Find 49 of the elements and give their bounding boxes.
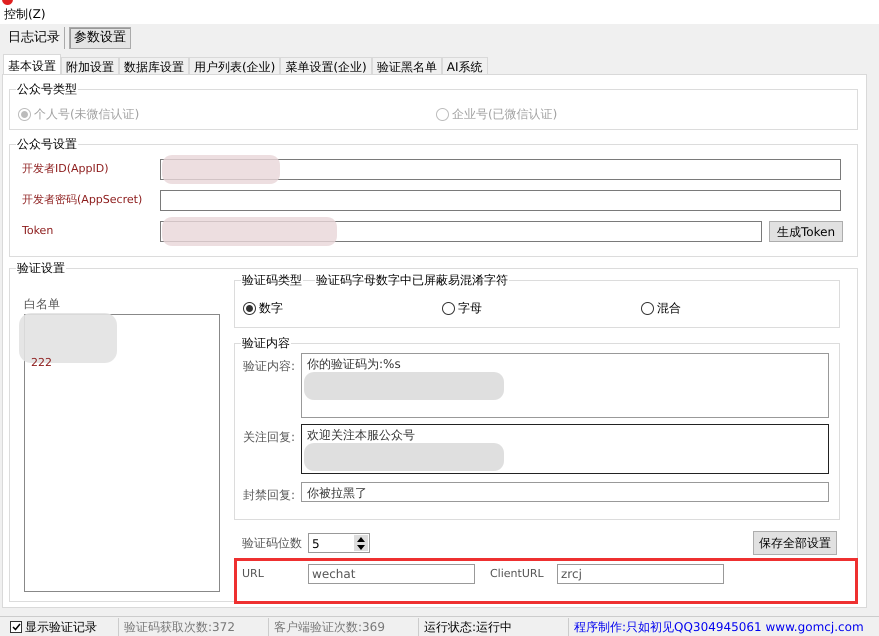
- url-label: URL: [242, 566, 265, 582]
- url-field[interactable]: wechat: [308, 564, 475, 584]
- status-text: 验证码获取次数:372: [118, 618, 268, 636]
- save-all-button[interactable]: 保存全部设置: [753, 531, 837, 555]
- status-text: 客户端验证次数:369: [268, 618, 418, 636]
- sub-tab[interactable]: 用户列表(企业): [189, 57, 280, 76]
- spinner-arrows-icon[interactable]: [354, 535, 368, 551]
- group-title: 公众号类型: [16, 81, 78, 97]
- field-label: 开发者密码(AppSecret): [22, 192, 144, 208]
- text-field[interactable]: [160, 190, 841, 211]
- radio-button[interactable]: [442, 302, 455, 314]
- menu-item[interactable]: 控制(Z): [4, 4, 46, 24]
- text-area[interactable]: 你的验证码为:%s: [301, 353, 829, 418]
- radio-label: 混合: [657, 300, 681, 317]
- digits-label: 验证码位数: [242, 535, 302, 552]
- main-tab[interactable]: 日志记录: [4, 27, 65, 49]
- radio-label: 企业号(已微信认证): [452, 106, 558, 123]
- field-label: Token: [22, 223, 54, 240]
- text-value: 你被拉黑了: [307, 485, 367, 502]
- client-url-label: ClientURL: [490, 566, 545, 582]
- text-area[interactable]: 欢迎关注本服公众号: [301, 424, 829, 474]
- content-label: 验证内容:: [243, 358, 296, 375]
- text-area[interactable]: 你被拉黑了: [301, 482, 829, 502]
- group-title: 验证码类型: [241, 272, 303, 288]
- text-value: 你的验证码为:%s: [307, 356, 401, 373]
- status-text: 程序制作:只如初见QQ304945061 www.gomcj.com: [568, 618, 869, 636]
- checkbox-label: 显示验证记录: [25, 618, 97, 636]
- whitelist-label: 白名单: [24, 296, 60, 313]
- whitelist-entry[interactable]: 222: [31, 355, 52, 372]
- status-text: 运行状态:运行中: [418, 618, 568, 636]
- group-title: 验证设置: [16, 260, 66, 276]
- checkbox[interactable]: [10, 620, 22, 632]
- generate-token-button[interactable]: 生成Token: [769, 221, 844, 242]
- client-url-field[interactable]: zrcj: [557, 564, 724, 584]
- code-type-note: 验证码字母数字中已屏蔽易混淆字符: [315, 272, 509, 288]
- radio-label: 数字: [259, 300, 283, 317]
- radio-button[interactable]: [641, 302, 654, 314]
- content-label: 封禁回复:: [243, 487, 296, 504]
- number-spinner[interactable]: 5: [308, 533, 370, 553]
- radio-label: 字母: [458, 300, 482, 317]
- sub-tab[interactable]: 基本设置: [3, 54, 61, 76]
- group-title: 公众号设置: [16, 136, 78, 152]
- radio-button[interactable]: [243, 302, 256, 314]
- text-value: 欢迎关注本服公众号: [307, 427, 415, 444]
- radio-label: 个人号(未微信认证): [34, 106, 140, 123]
- field-label: 开发者ID(AppID): [22, 161, 110, 178]
- group-title: 验证内容: [241, 335, 291, 351]
- content-label: 关注回复:: [243, 429, 296, 446]
- main-tab[interactable]: 参数设置: [69, 27, 131, 49]
